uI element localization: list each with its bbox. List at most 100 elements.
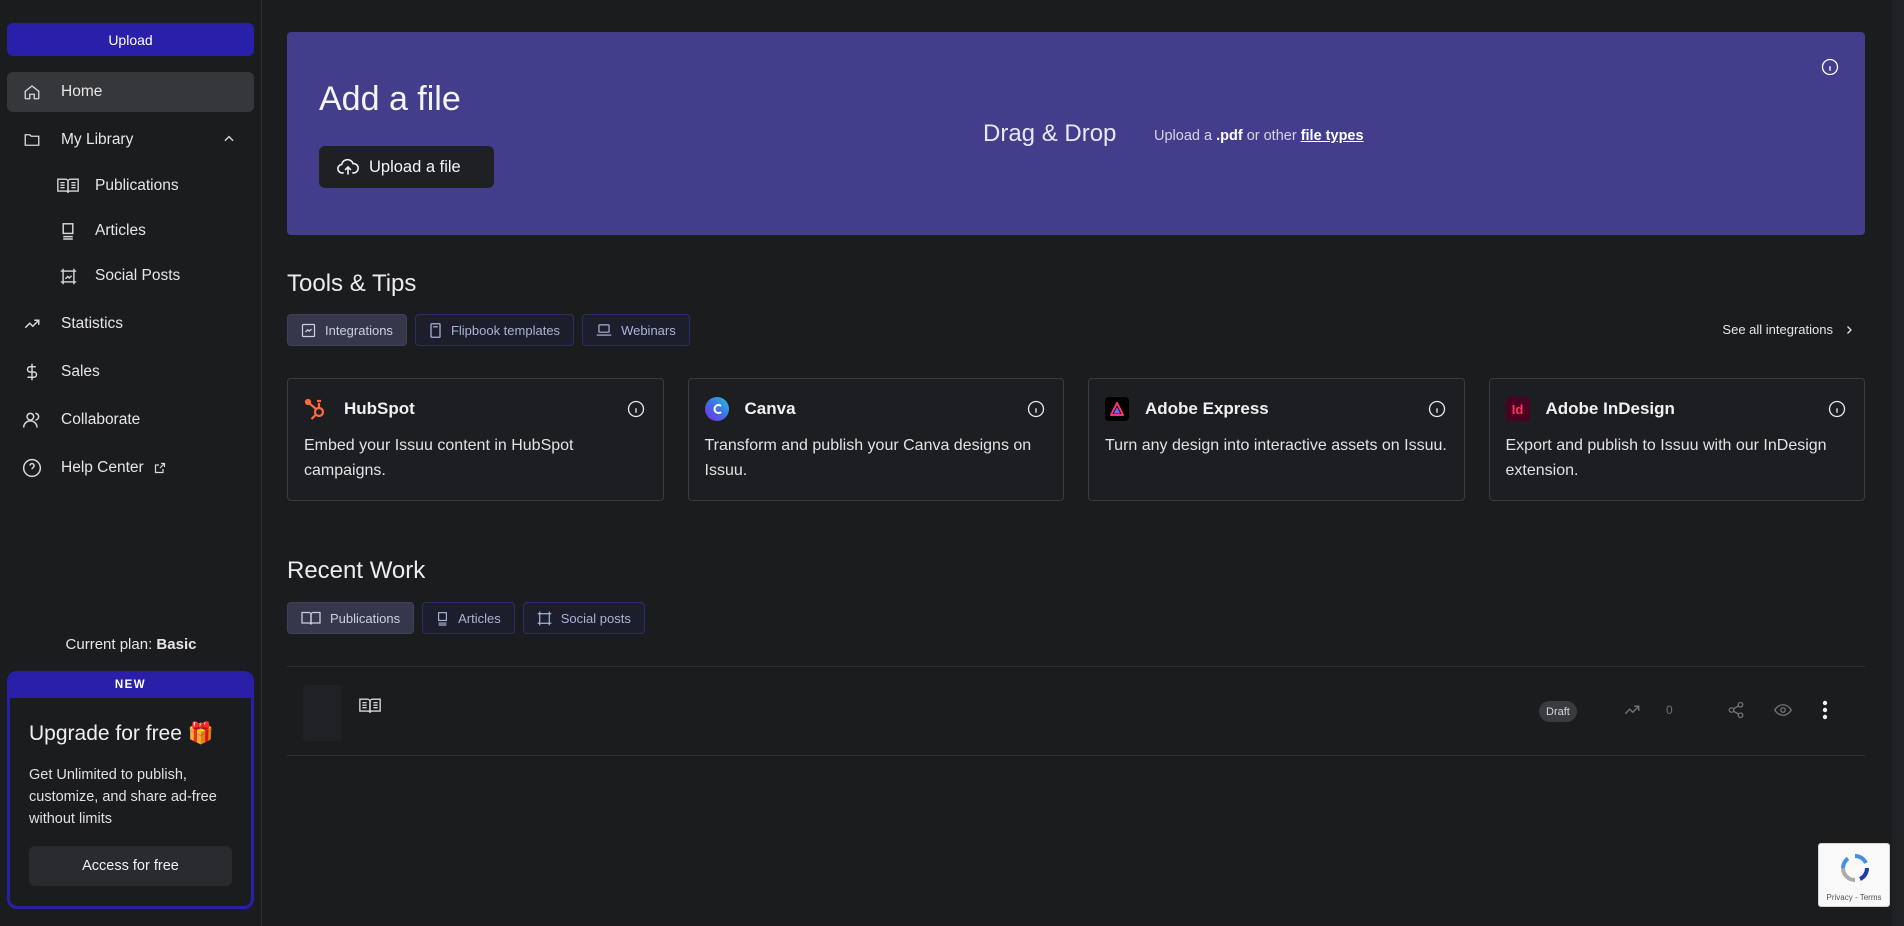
upgrade-title: Upgrade for free 🎁 <box>29 722 214 745</box>
help-circle-icon <box>21 457 43 479</box>
users-icon <box>21 409 43 431</box>
folder-icon <box>21 129 43 151</box>
integration-description: Embed your Issuu content in HubSpot camp… <box>304 437 574 479</box>
integration-card-adobe-indesign[interactable]: Id Adobe InDesign Export and publish to … <box>1488 378 1865 501</box>
sidebar-item-publications[interactable]: Publications <box>7 166 254 206</box>
more-vertical-icon[interactable] <box>1822 700 1828 725</box>
sidebar-item-label: Publications <box>95 177 179 194</box>
recent-tabs: Publications Articles Social posts <box>287 602 645 634</box>
laptop-icon <box>596 323 612 337</box>
add-file-title: Add a file <box>319 80 461 118</box>
tools-tips-title: Tools & Tips <box>287 270 417 297</box>
integration-description: Transform and publish your Canva designs… <box>704 437 1032 479</box>
upgrade-card: NEW Upgrade for free 🎁 Get Unlimited to … <box>7 671 254 909</box>
indesign-logo-icon: Id <box>1505 397 1530 421</box>
tools-tabs: Integrations Flipbook templates Webinars <box>287 314 690 346</box>
sidebar-item-label: Help Center <box>61 459 144 476</box>
chevron-up-icon[interactable] <box>222 132 236 151</box>
status-badge: Draft <box>1539 701 1577 722</box>
integration-cards: HubSpot Embed your Issuu content in HubS… <box>287 378 1865 501</box>
add-file-dropzone[interactable]: Add a file Upload a file Drag & Drop Upl… <box>287 32 1865 235</box>
integration-card-canva[interactable]: Canva Transform and publish your Canva d… <box>687 378 1064 501</box>
see-all-integrations-link[interactable]: See all integrations <box>1722 322 1855 337</box>
dollar-icon <box>21 361 43 383</box>
info-icon[interactable] <box>1828 400 1846 423</box>
tab-integrations[interactable]: Integrations <box>287 314 407 346</box>
book-icon <box>359 697 381 720</box>
upload-button[interactable]: Upload <box>7 23 254 56</box>
article-icon <box>436 611 449 626</box>
access-for-free-button[interactable]: Access for free <box>29 846 232 886</box>
book-icon <box>301 611 321 626</box>
sidebar-item-statistics[interactable]: Statistics <box>7 304 254 344</box>
trending-up-icon[interactable] <box>1623 701 1641 724</box>
sidebar-item-my-library[interactable]: My Library <box>7 120 254 160</box>
hubspot-logo-icon <box>304 397 328 421</box>
recent-work-title: Recent Work <box>287 557 426 584</box>
recaptcha-text[interactable]: Privacy - Terms <box>1819 893 1889 902</box>
template-icon <box>429 322 442 338</box>
sidebar-item-collaborate[interactable]: Collaborate <box>7 400 254 440</box>
upgrade-description: Get Unlimited to publish, customize, and… <box>29 767 217 827</box>
integration-card-adobe-express[interactable]: Adobe Express Turn any design into inter… <box>1088 378 1465 501</box>
main-content: Add a file Upload a file Drag & Drop Upl… <box>287 0 1865 926</box>
views-count: 0 <box>1666 703 1673 717</box>
sidebar-item-label: Articles <box>95 222 146 239</box>
integration-name: Canva <box>744 399 796 418</box>
page-scrollbar[interactable] <box>1892 0 1904 926</box>
sidebar: Upload Home My Library Publications Arti… <box>0 0 262 926</box>
sidebar-item-help-center[interactable]: Help Center <box>7 448 254 488</box>
external-link-icon <box>154 462 166 474</box>
sidebar-item-label: My Library <box>61 131 134 148</box>
recaptcha-logo-icon <box>1839 852 1871 889</box>
canva-logo-icon <box>704 397 729 421</box>
tab-social-posts[interactable]: Social posts <box>522 602 645 634</box>
info-icon[interactable] <box>1027 400 1045 423</box>
home-icon <box>21 81 43 103</box>
frame-icon <box>57 265 79 287</box>
adobe-express-logo-icon <box>1105 397 1129 421</box>
sidebar-item-label: Social Posts <box>95 267 181 284</box>
drag-drop-label: Drag & Drop <box>983 120 1117 147</box>
recaptcha-badge[interactable]: Privacy - Terms <box>1818 843 1890 907</box>
plan-name: Basic <box>156 636 197 653</box>
tab-webinars[interactable]: Webinars <box>582 314 690 346</box>
upload-hint: Upload a .pdf or other file types <box>1154 128 1364 144</box>
sidebar-item-sales[interactable]: Sales <box>7 352 254 392</box>
book-icon <box>57 175 79 197</box>
integration-description: Turn any design into interactive assets … <box>1105 437 1447 454</box>
new-badge: NEW <box>10 674 251 698</box>
sidebar-item-social-posts[interactable]: Social Posts <box>7 256 254 296</box>
sidebar-item-label: Collaborate <box>61 411 141 428</box>
publication-row[interactable]: Draft 0 <box>287 666 1865 756</box>
info-icon[interactable] <box>1821 58 1839 81</box>
trending-up-icon <box>21 313 43 335</box>
frame-icon <box>537 611 552 626</box>
integration-name: Adobe Express <box>1145 399 1269 418</box>
integration-card-hubspot[interactable]: HubSpot Embed your Issuu content in HubS… <box>287 378 664 501</box>
tab-publications[interactable]: Publications <box>287 602 415 634</box>
tab-flipbook-templates[interactable]: Flipbook templates <box>414 314 575 346</box>
integrations-icon <box>301 323 316 338</box>
publication-thumbnail[interactable] <box>303 685 341 741</box>
sidebar-item-home[interactable]: Home <box>7 72 254 112</box>
article-icon <box>57 220 79 242</box>
chevron-right-icon <box>1843 324 1855 336</box>
file-types-link[interactable]: file types <box>1301 128 1364 144</box>
cloud-upload-icon <box>337 158 359 176</box>
integration-name: Adobe InDesign <box>1545 399 1675 418</box>
app-root: Upload Home My Library Publications Arti… <box>0 0 1904 926</box>
current-plan: Current plan: Basic <box>65 636 197 653</box>
sidebar-item-articles[interactable]: Articles <box>7 211 254 251</box>
sidebar-item-label: Statistics <box>61 315 124 332</box>
eye-icon[interactable] <box>1773 701 1793 724</box>
share-icon[interactable] <box>1727 701 1745 724</box>
upload-file-button[interactable]: Upload a file <box>319 146 494 188</box>
integration-description: Export and publish to Issuu with our InD… <box>1505 437 1827 479</box>
integration-name: HubSpot <box>344 399 415 418</box>
sidebar-item-label: Sales <box>61 363 100 380</box>
info-icon[interactable] <box>627 400 645 423</box>
sidebar-item-label: Home <box>61 83 103 100</box>
tab-articles[interactable]: Articles <box>422 602 515 634</box>
info-icon[interactable] <box>1428 400 1446 423</box>
